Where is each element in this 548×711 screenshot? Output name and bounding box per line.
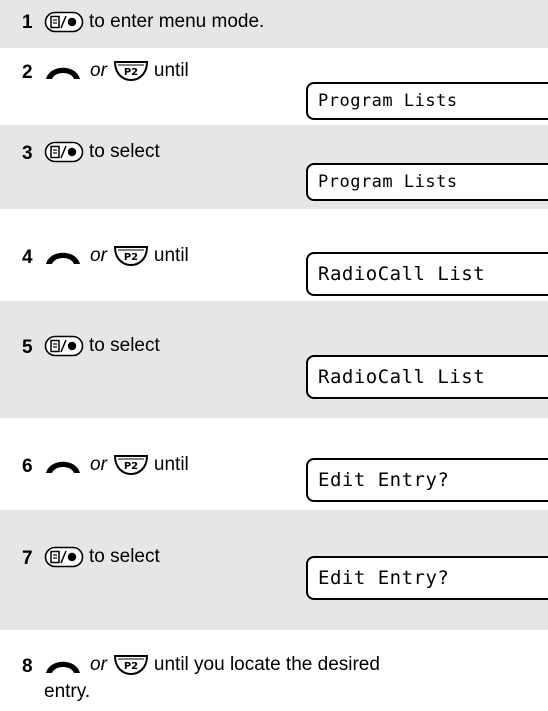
step-7: 7 to select Edit Entry? xyxy=(0,510,548,630)
menu-select-button-icon xyxy=(44,546,84,568)
or-label: or xyxy=(90,245,107,266)
step-text: until xyxy=(153,60,189,81)
lcd-display: RadioCall List xyxy=(306,252,548,296)
svg-text:P2: P2 xyxy=(124,67,138,78)
step-text: to enter menu mode. xyxy=(89,11,265,32)
step-number: 5 xyxy=(22,337,33,358)
lcd-display: Program Lists xyxy=(306,82,548,120)
step-8: 8 or P2 until you locate the desired ent… xyxy=(0,630,548,711)
or-label: or xyxy=(90,654,107,675)
step-text-continued: entry. xyxy=(44,681,91,702)
lcd-display: Edit Entry? xyxy=(306,458,548,502)
lcd-display: Program Lists xyxy=(306,163,548,201)
step-5: 5 to select RadioCall List xyxy=(0,301,548,418)
step-number: 7 xyxy=(22,548,33,569)
step-text: to select xyxy=(89,546,160,567)
step-text: to select xyxy=(89,335,160,356)
svg-text:P2: P2 xyxy=(124,461,138,472)
p2-down-button-icon: P2 xyxy=(113,454,149,476)
lcd-display: RadioCall List xyxy=(306,355,548,399)
up-arrow-button-icon xyxy=(44,455,82,475)
step-6: 6 or P2 until Edit Entry? xyxy=(0,418,548,510)
menu-select-button-icon xyxy=(44,11,84,33)
or-label: or xyxy=(90,454,107,475)
step-text: until you locate the desired xyxy=(153,654,380,675)
step-3: 3 to select Program Lists xyxy=(0,125,548,209)
step-number: 6 xyxy=(22,456,33,477)
step-text: until xyxy=(153,454,189,475)
step-2: 2 or P2 until Program Lists xyxy=(0,48,548,125)
up-arrow-button-icon xyxy=(44,655,82,675)
p2-down-button-icon: P2 xyxy=(113,245,149,267)
svg-text:P2: P2 xyxy=(124,252,138,263)
lcd-display: Edit Entry? xyxy=(306,556,548,600)
p2-down-button-icon: P2 xyxy=(113,60,149,82)
step-number: 2 xyxy=(22,62,33,83)
up-arrow-button-icon xyxy=(44,246,82,266)
step-number: 4 xyxy=(22,247,33,268)
step-number: 3 xyxy=(22,143,33,164)
step-number: 8 xyxy=(22,656,33,677)
step-4: 4 or P2 until RadioCall List xyxy=(0,209,548,301)
step-1: 1 to enter menu mode. xyxy=(0,0,548,48)
step-text: to select xyxy=(89,141,160,162)
svg-text:P2: P2 xyxy=(124,661,138,672)
step-text: until xyxy=(153,245,189,266)
up-arrow-button-icon xyxy=(44,61,82,81)
step-number: 1 xyxy=(22,12,33,33)
menu-select-button-icon xyxy=(44,141,84,163)
menu-select-button-icon xyxy=(44,335,84,357)
or-label: or xyxy=(90,60,107,81)
p2-down-button-icon: P2 xyxy=(113,654,149,676)
